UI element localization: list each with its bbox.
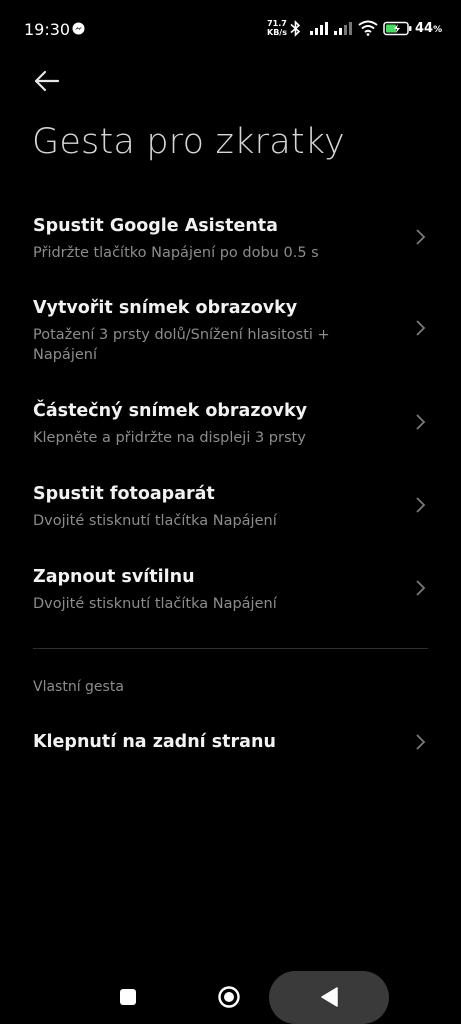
network-speed: 71.7 KB/s: [267, 19, 287, 37]
item-subtitle: Dvojité stisknutí tlačítka Napájení: [33, 513, 277, 529]
arrow-left-icon[interactable]: [30, 64, 64, 98]
recents-square-icon[interactable]: [120, 989, 136, 1005]
bluetooth-icon: [290, 20, 301, 37]
network-speed-value: 71.7: [267, 19, 287, 28]
gesture-item-screenshot[interactable]: Vytvořit snímek obrazovky Potažení 3 prs…: [0, 298, 461, 368]
signal-icon: [334, 22, 352, 35]
chevron-right-icon: [416, 414, 426, 430]
gesture-item-google-assistant[interactable]: Spustit Google Asistenta Přidržte tlačít…: [0, 216, 461, 274]
wifi-icon: [358, 20, 378, 36]
battery-charging-icon: [383, 21, 412, 36]
navigation-bar: [0, 960, 461, 1024]
chevron-right-icon: [416, 320, 426, 336]
battery-unit: %: [433, 25, 443, 35]
gesture-item-camera[interactable]: Spustit fotoaparát Dvojité stisknutí tla…: [0, 484, 461, 542]
item-subtitle: Klepněte a přidržte na displeji 3 prsty: [33, 430, 306, 446]
chevron-right-icon: [416, 497, 426, 513]
item-title: Částečný snímek obrazovky: [33, 401, 307, 421]
item-subtitle: Přidržte tlačítko Napájení po dobu 0.5 s: [33, 245, 319, 261]
back-triangle-icon[interactable]: [320, 987, 338, 1007]
section-divider: [33, 648, 428, 649]
messenger-icon: [72, 22, 85, 35]
item-subtitle: Potažení 3 prsty dolů/Snížení hlasitosti…: [33, 327, 330, 363]
item-title: Spustit fotoaparát: [33, 484, 215, 504]
gesture-item-flashlight[interactable]: Zapnout svítilnu Dvojité stisknutí tlačí…: [0, 567, 461, 625]
page-title: Gesta pro zkratky: [32, 122, 345, 162]
network-speed-unit: KB/s: [267, 28, 287, 37]
battery-level: 44%: [415, 21, 442, 36]
item-subtitle: Dvojité stisknutí tlačítka Napájení: [33, 596, 277, 612]
home-circle-icon[interactable]: [217, 985, 241, 1009]
status-time: 19:30: [24, 20, 71, 39]
item-title: Spustit Google Asistenta: [33, 216, 278, 236]
gesture-item-partial-screenshot[interactable]: Částečný snímek obrazovky Klepněte a při…: [0, 401, 461, 459]
status-bar: 19:30 71.7 KB/s 44%: [0, 0, 461, 60]
section-label-custom-gestures: Vlastní gesta: [33, 679, 124, 695]
chevron-right-icon: [416, 580, 426, 596]
item-title: Klepnutí na zadní stranu: [33, 732, 276, 752]
item-title: Zapnout svítilnu: [33, 567, 195, 587]
signal-icon: [310, 22, 328, 35]
chevron-right-icon: [416, 229, 426, 245]
gesture-item-back-tap[interactable]: Klepnutí na zadní stranu: [0, 732, 461, 758]
item-title: Vytvořit snímek obrazovky: [33, 298, 298, 318]
chevron-right-icon: [416, 734, 426, 750]
battery-value: 44: [415, 21, 434, 36]
